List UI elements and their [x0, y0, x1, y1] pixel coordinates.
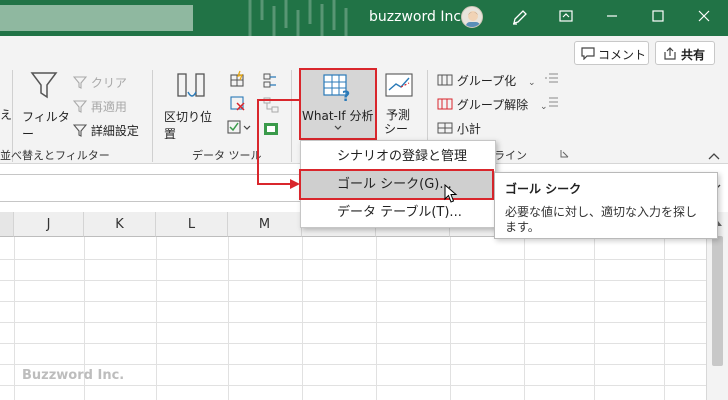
col-line	[228, 237, 229, 400]
group-divider	[152, 70, 153, 162]
reapply-button[interactable]: 再適用	[72, 98, 127, 115]
col-line	[14, 237, 15, 400]
column-header[interactable]: M	[228, 212, 302, 237]
search-box[interactable]	[0, 5, 193, 31]
column-header[interactable]: J	[14, 212, 84, 237]
filter-icon	[30, 72, 58, 99]
vertical-scrollbar[interactable]	[706, 212, 728, 400]
col-line	[594, 237, 595, 400]
group-icon	[437, 74, 453, 86]
ungroup-button[interactable]: グループ解除 ⌄	[437, 96, 547, 113]
watermark: Buzzword Inc.	[22, 368, 125, 383]
tooltip-title: ゴール シーク	[505, 182, 582, 196]
share-label: 共有	[681, 48, 706, 62]
subtotal-label: 小計	[456, 122, 481, 136]
minimize-icon[interactable]	[602, 8, 622, 28]
show-detail-icon[interactable]	[545, 72, 559, 87]
avatar-icon[interactable]	[461, 6, 483, 28]
col-line	[524, 237, 525, 400]
share-button[interactable]: 共有	[655, 41, 715, 65]
close-icon[interactable]	[694, 8, 714, 28]
sort-filter-group-label: 並べ替えとフィルター	[0, 149, 110, 162]
text-to-columns-icon	[177, 73, 205, 97]
row-line	[0, 259, 706, 260]
row-line	[0, 301, 706, 302]
clear-label: クリア	[90, 76, 127, 90]
column-header-partial[interactable]	[0, 212, 14, 237]
subtotal-icon	[437, 122, 453, 134]
forecast-sheet-icon	[385, 73, 413, 97]
comment-icon	[581, 47, 595, 60]
row-line	[0, 385, 706, 386]
goal-seek-tooltip: ゴール シーク 必要な値に対し、適切な入力を探します。	[494, 172, 718, 239]
dialog-launcher-icon[interactable]	[560, 147, 569, 161]
advanced-filter-icon	[72, 124, 88, 137]
pen-icon[interactable]	[510, 8, 530, 28]
flash-fill-icon[interactable]	[228, 70, 246, 91]
reapply-label: 再適用	[90, 100, 127, 114]
text-to-columns-label: 区切り位置	[164, 110, 213, 141]
comment-label: コメント	[598, 48, 647, 62]
advanced-filter-button[interactable]: 詳細設定	[72, 122, 139, 139]
row-line	[0, 343, 706, 344]
ungroup-label: グループ解除	[456, 98, 529, 112]
share-icon	[664, 47, 676, 60]
sort-button-partial[interactable]: え	[0, 106, 12, 123]
outline-group-label: ライン	[494, 149, 527, 162]
clear-filter-icon	[72, 76, 88, 89]
column-header[interactable]: L	[156, 212, 228, 237]
mouse-cursor-icon	[444, 184, 458, 203]
comment-button[interactable]: コメント	[574, 41, 649, 65]
row-line	[0, 364, 706, 365]
group-button[interactable]: グループ化 ⌄	[437, 72, 535, 89]
row-line	[0, 322, 706, 323]
collapse-ribbon-icon[interactable]	[708, 149, 720, 163]
ribbon-display-icon[interactable]	[556, 8, 576, 28]
whatif-highlight-box	[299, 68, 377, 140]
col-line	[302, 237, 303, 400]
row-line	[0, 280, 706, 281]
filter-button[interactable]: フィルター	[20, 70, 70, 141]
col-line	[156, 237, 157, 400]
advanced-label: 詳細設定	[90, 124, 139, 138]
scrollbar-thumb[interactable]	[712, 236, 723, 366]
reapply-icon	[72, 100, 88, 113]
goal-seek-highlight-box	[299, 169, 494, 200]
menu-item-scenario-manager[interactable]: シナリオの登録と管理(S)...	[301, 143, 495, 192]
group-label: グループ化	[456, 74, 517, 88]
col-line	[664, 237, 665, 400]
tooltip-body: 必要な値に対し、適切な入力を探します。	[505, 205, 698, 234]
hide-detail-icon[interactable]	[545, 96, 559, 111]
forecast-sheet-button[interactable]: 予測 シート	[380, 70, 418, 153]
title-pattern	[248, 0, 348, 36]
filter-label: フィルター	[22, 110, 70, 141]
consolidate-icon[interactable]	[262, 72, 280, 93]
title-bar: buzzword Inc.	[0, 0, 728, 36]
col-line	[450, 237, 451, 400]
column-header[interactable]: K	[84, 212, 156, 237]
remove-duplicates-icon[interactable]	[228, 94, 246, 115]
subtotal-button[interactable]: 小計	[437, 120, 481, 137]
maximize-icon[interactable]	[648, 8, 668, 28]
ungroup-icon	[437, 98, 453, 110]
text-to-columns-button[interactable]: 区切り位置	[162, 70, 222, 141]
col-line	[376, 237, 377, 400]
menu-item-data-table[interactable]: データ テーブル(T)...	[301, 199, 495, 227]
account-name[interactable]: buzzword Inc.	[369, 9, 465, 25]
clear-button[interactable]: クリア	[72, 74, 127, 91]
data-validation-icon[interactable]	[226, 118, 252, 139]
